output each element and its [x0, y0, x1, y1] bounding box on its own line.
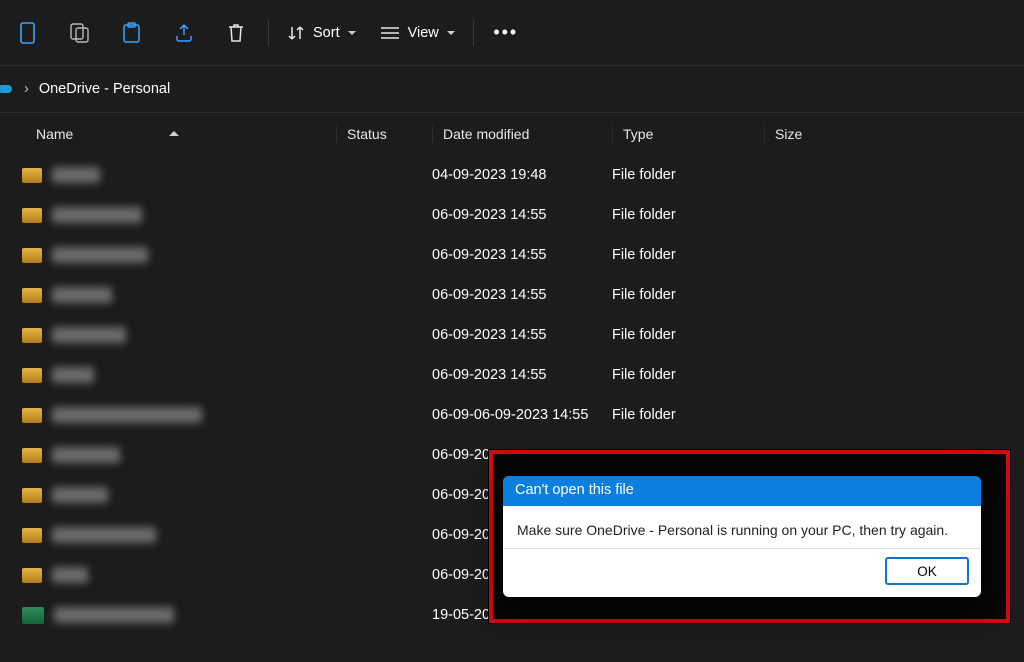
file-name-redacted [52, 327, 126, 343]
cell-date: 06-09-2023 14:55 [432, 327, 612, 343]
share-icon[interactable] [170, 19, 198, 47]
chevron-right-icon: › [24, 81, 29, 97]
header-status[interactable]: Status [336, 126, 432, 142]
view-label: View [408, 25, 439, 41]
folder-icon [22, 248, 42, 263]
folder-icon [22, 568, 42, 583]
cell-date: 06-09-2023 14:55 [432, 247, 612, 263]
cell-date: 06-09-06-09-2023 14:55 [432, 407, 612, 423]
table-row[interactable]: 06-09-2023 14:55File folder [0, 235, 1024, 275]
cell-type: File folder [612, 167, 764, 183]
ok-button[interactable]: OK [885, 557, 969, 585]
copy-icon[interactable] [66, 19, 94, 47]
folder-icon [22, 368, 42, 383]
paste-icon[interactable] [118, 19, 146, 47]
dialog-footer: OK [503, 549, 981, 597]
file-name-redacted [52, 247, 148, 263]
file-name-redacted [52, 447, 120, 463]
table-row[interactable]: 06-09-2023 14:55File folder [0, 315, 1024, 355]
file-name-redacted [52, 527, 156, 543]
folder-icon [22, 408, 42, 423]
folder-icon [22, 528, 42, 543]
file-name-redacted [52, 207, 142, 223]
file-name-redacted [52, 287, 112, 303]
folder-icon [22, 448, 42, 463]
header-size[interactable]: Size [764, 126, 864, 142]
dialog-message: Make sure OneDrive - Personal is running… [503, 506, 981, 549]
header-type[interactable]: Type [612, 126, 764, 142]
separator [473, 20, 474, 46]
error-dialog: Can't open this file Make sure OneDrive … [503, 476, 981, 597]
cell-type: File folder [612, 407, 764, 423]
folder-icon [22, 168, 42, 183]
separator [268, 20, 269, 46]
breadcrumb: › OneDrive - Personal [0, 66, 1024, 112]
sort-button[interactable]: Sort [287, 24, 356, 42]
sort-icon [287, 24, 305, 42]
file-name-redacted [54, 607, 174, 623]
cell-type: File folder [612, 367, 764, 383]
table-row[interactable]: 06-09-06-09-2023 14:55File folder [0, 395, 1024, 435]
cell-date: 06-09-2023 14:55 [432, 287, 612, 303]
dialog-title: Can't open this file [503, 476, 981, 506]
folder-icon [22, 208, 42, 223]
column-headers: Name Status Date modified Type Size [0, 113, 1024, 155]
table-row[interactable]: 04-09-2023 19:48File folder [0, 155, 1024, 195]
file-name-redacted [52, 407, 202, 423]
cell-type: File folder [612, 287, 764, 303]
new-icon[interactable] [14, 19, 42, 47]
table-row[interactable]: 06-09-2023 14:55File folder [0, 275, 1024, 315]
table-row[interactable]: 06-09-2023 14:55File folder [0, 195, 1024, 235]
more-icon[interactable]: ••• [492, 19, 520, 47]
folder-icon [22, 288, 42, 303]
cell-type: File folder [612, 207, 764, 223]
file-name-redacted [52, 487, 108, 503]
file-name-redacted [52, 567, 88, 583]
file-name-redacted [52, 367, 94, 383]
chevron-down-icon [447, 25, 455, 41]
table-row[interactable]: 06-09-2023 14:55File folder [0, 355, 1024, 395]
folder-icon [22, 488, 42, 503]
annotation-frame: Can't open this file Make sure OneDrive … [489, 450, 1010, 623]
cell-date: 06-09-2023 14:55 [432, 367, 612, 383]
cell-date: 04-09-2023 19:48 [432, 167, 612, 183]
cell-type: File folder [612, 247, 764, 263]
excel-icon [22, 607, 44, 624]
cell-type: File folder [612, 327, 764, 343]
header-date[interactable]: Date modified [432, 126, 612, 142]
onedrive-icon [0, 83, 14, 95]
breadcrumb-current[interactable]: OneDrive - Personal [39, 81, 170, 97]
toolbar: Sort View ••• [0, 0, 1024, 65]
chevron-down-icon [348, 25, 356, 41]
folder-icon [22, 328, 42, 343]
delete-icon[interactable] [222, 19, 250, 47]
view-button[interactable]: View [380, 25, 455, 41]
view-icon [380, 26, 400, 40]
sort-label: Sort [313, 25, 340, 41]
header-name[interactable]: Name [36, 126, 336, 142]
sort-asc-icon [167, 129, 181, 139]
file-name-redacted [52, 167, 100, 183]
cell-date: 06-09-2023 14:55 [432, 207, 612, 223]
